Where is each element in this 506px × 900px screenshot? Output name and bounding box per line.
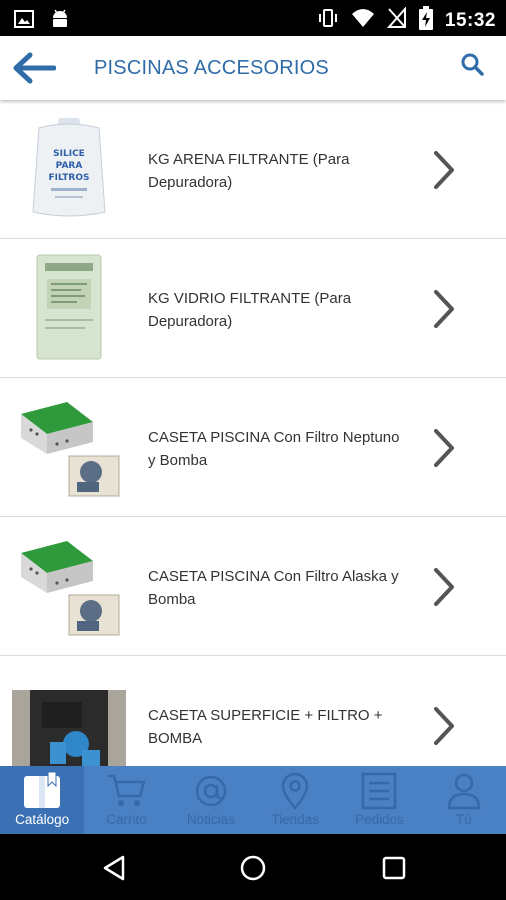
cart-icon <box>106 772 147 810</box>
nav-label: Tiendas <box>271 812 319 827</box>
system-back-button[interactable] <box>98 852 130 884</box>
vibrate-icon <box>317 7 339 34</box>
system-home-button[interactable] <box>237 852 269 884</box>
product-image <box>14 390 124 502</box>
triangle-back-icon <box>103 855 125 881</box>
map-pin-icon <box>275 772 315 810</box>
nav-item-tu[interactable]: Tú <box>422 766 506 834</box>
product-image <box>12 668 126 766</box>
chevron-right-icon <box>434 429 454 467</box>
product-image-text: FILTROS <box>49 173 90 183</box>
square-recents-icon <box>382 856 406 880</box>
product-title: KG ARENA FILTRANTE (Para Depuradora) <box>148 151 350 191</box>
nav-label: Carrito <box>106 812 147 827</box>
chevron-right-icon <box>434 151 454 189</box>
product-list-item[interactable]: KG VIDRIO FILTRANTE (Para Depuradora) <box>0 239 506 378</box>
bottom-nav: Catálogo Carrito Noticias Tiendas Pedido… <box>0 766 506 834</box>
product-image-text: SILICE <box>53 149 85 159</box>
system-nav-bar <box>0 834 506 900</box>
nav-item-pedidos[interactable]: Pedidos <box>337 766 421 834</box>
user-icon <box>444 772 484 810</box>
product-title: CASETA SUPERFICIE + FILTRO + BOMBA <box>148 707 383 747</box>
book-icon <box>22 772 62 810</box>
product-list-item[interactable]: CASETA PISCINA Con Filtro Neptuno y Bomb… <box>0 378 506 517</box>
product-list: SILICE PARA FILTROS KG ARENA FILTRANTE (… <box>0 100 506 766</box>
nav-item-catalogo[interactable]: Catálogo <box>0 766 85 834</box>
android-icon <box>50 8 70 35</box>
clock: 15:32 <box>444 9 496 31</box>
product-image-text: PARA <box>56 161 83 171</box>
status-bar: 15:32 <box>0 0 506 36</box>
nav-item-carrito[interactable]: Carrito <box>84 766 168 834</box>
nav-label: Tú <box>455 812 472 827</box>
nav-item-noticias[interactable]: Noticias <box>169 766 253 834</box>
chevron-right-icon <box>434 290 454 328</box>
product-title: CASETA PISCINA Con Filtro Alaska y Bomba <box>148 568 399 608</box>
product-image: SILICE PARA FILTROS <box>14 112 124 224</box>
chevron-right-icon <box>434 707 454 745</box>
product-image <box>14 529 124 641</box>
chevron-right-icon <box>434 568 454 606</box>
back-button[interactable] <box>10 48 58 88</box>
nav-label: Pedidos <box>355 812 404 827</box>
arrow-left-icon <box>13 52 56 84</box>
product-title: KG VIDRIO FILTRANTE (Para Depuradora) <box>148 290 352 330</box>
search-icon <box>461 53 484 76</box>
no-signal-icon <box>386 6 407 34</box>
product-list-item[interactable]: SILICE PARA FILTROS KG ARENA FILTRANTE (… <box>0 100 506 239</box>
app-bar: PISCINAS ACCESORIOS <box>0 36 506 100</box>
product-list-item[interactable]: CASETA PISCINA Con Filtro Alaska y Bomba <box>0 517 506 656</box>
circle-home-icon <box>240 855 266 881</box>
nav-item-tiendas[interactable]: Tiendas <box>253 766 337 834</box>
battery-charging-icon <box>418 6 433 35</box>
list-icon <box>359 772 399 810</box>
at-icon <box>191 772 231 810</box>
wifi-icon <box>351 7 375 34</box>
product-list-item[interactable]: CASETA SUPERFICIE + FILTRO + BOMBA <box>0 656 506 766</box>
nav-label: Catálogo <box>15 812 70 827</box>
page-title: PISCINAS ACCESORIOS <box>94 57 329 79</box>
system-recents-button[interactable] <box>378 852 410 884</box>
image-icon <box>14 9 34 34</box>
product-image <box>14 251 124 363</box>
product-title: CASETA PISCINA Con Filtro Neptuno y Bomb… <box>148 429 400 469</box>
nav-label: Noticias <box>186 812 235 827</box>
search-button[interactable] <box>456 48 488 80</box>
